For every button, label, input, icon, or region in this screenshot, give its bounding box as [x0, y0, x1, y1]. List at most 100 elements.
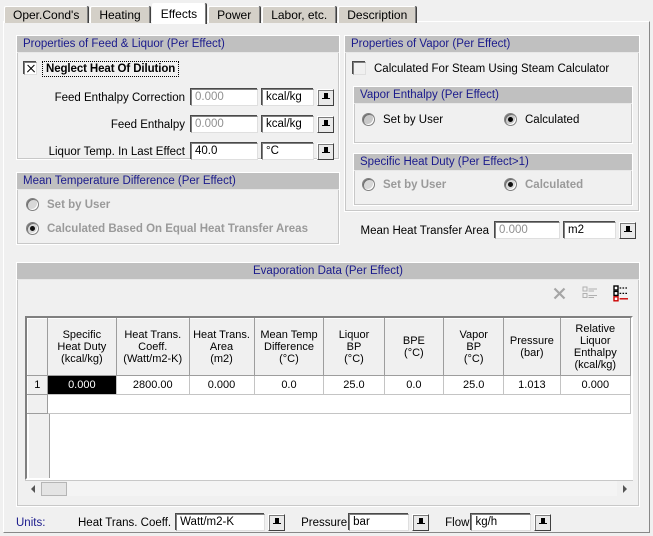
feed-enthalpy-correction-unit-combo[interactable]: kcal/kg [262, 89, 334, 106]
mtd-set-by-user-radio[interactable] [26, 198, 39, 211]
chevron-down-icon[interactable] [268, 514, 286, 531]
header-line: Coeff. [138, 341, 168, 353]
liquor-temp-last-effect-input[interactable]: 40.0 [191, 143, 258, 160]
cell-bpe[interactable]: 0.0 [384, 375, 445, 395]
mean-heat-transfer-area-unit-combo[interactable]: m2 [564, 222, 636, 239]
calculated-for-steam-checkbox[interactable] [353, 62, 366, 75]
header-line: Pressure [509, 335, 554, 347]
header-line: BP [466, 341, 482, 353]
group-vapor-enthalpy: Vapor Enthalpy (Per Effect) Set by User … [353, 86, 633, 144]
vapor-enthalpy-set-by-user-row[interactable]: Set by User [362, 113, 443, 126]
delete-row-icon[interactable] [551, 285, 568, 302]
shd-set-by-user-row[interactable]: Set by User [362, 178, 446, 191]
group-title: Properties of Feed & Liquor (Per Effect) [17, 36, 339, 53]
scroll-left-arrow-icon[interactable] [25, 481, 41, 496]
chevron-down-icon[interactable] [534, 514, 552, 531]
neglect-heat-of-dilution-row[interactable]: Neglect Heat Of Dilution [24, 60, 180, 77]
list-view-icon[interactable] [582, 285, 599, 302]
vapor-enthalpy-calculated-row[interactable]: Calculated [504, 113, 579, 126]
mean-heat-transfer-area-input[interactable]: 0.000 [495, 222, 560, 239]
mtd-option-calculated-row[interactable]: Calculated Based On Equal Heat Transfer … [26, 222, 308, 235]
mtd-option-set-by-user-row[interactable]: Set by User [26, 198, 110, 211]
liquor-temp-last-effect-unit-combo[interactable]: °C [262, 143, 334, 160]
header-row-number[interactable] [27, 318, 48, 376]
header-mean-temp-difference[interactable]: Mean Temp Difference (°C) [253, 318, 325, 376]
group-title: Evaporation Data (Per Effect) [17, 263, 639, 280]
cell-vapor-bp[interactable]: 25.0 [443, 375, 505, 395]
grid-horizontal-scrollbar[interactable] [25, 480, 633, 496]
header-line: Vapor [459, 329, 488, 341]
grid-empty-area[interactable] [49, 414, 631, 478]
units-flow-label: Flow [445, 516, 470, 529]
header-bpe[interactable]: BPE (°C) [383, 318, 445, 376]
units-flow-value: kg/h [471, 514, 532, 531]
neglect-heat-of-dilution-checkbox[interactable] [24, 62, 37, 75]
feed-enthalpy-unit-combo[interactable]: kcal/kg [262, 116, 334, 133]
grid-row-header-filler [29, 414, 50, 478]
chevron-down-icon[interactable] [412, 514, 430, 531]
shd-calculated-row[interactable]: Calculated [504, 178, 583, 191]
cell-heat-trans-area[interactable]: 0.000 [189, 375, 255, 395]
header-line: Mean Temp [260, 329, 318, 341]
header-line: (kcal/kg) [61, 353, 103, 365]
calculated-for-steam-label: Calculated For Steam Using Steam Calcula… [374, 62, 610, 75]
scrollbar-trough[interactable] [67, 481, 617, 496]
header-line: Heat Trans. [193, 329, 250, 341]
calculated-for-steam-row[interactable]: Calculated For Steam Using Steam Calcula… [353, 62, 609, 75]
feed-enthalpy-unit-value: kcal/kg [262, 116, 314, 133]
scroll-right-arrow-icon[interactable] [617, 481, 633, 496]
cell-liquor-bp[interactable]: 25.0 [323, 375, 385, 395]
header-specific-heat-duty[interactable]: Specific Heat Duty (kcal/kg) [46, 318, 117, 376]
header-heat-trans-area[interactable]: Heat Trans. Area (m2) [188, 318, 255, 376]
chevron-down-icon[interactable] [317, 116, 334, 133]
header-pressure[interactable]: Pressure (bar) [503, 318, 561, 376]
shd-calculated-radio[interactable] [504, 178, 517, 191]
cell-specific-heat-duty[interactable]: 0.000 [47, 375, 117, 395]
tab-oper-conds[interactable]: Oper.Cond's [4, 6, 89, 23]
mtd-calculated-radio[interactable] [26, 222, 39, 235]
mtd-calculated-label: Calculated Based On Equal Heat Transfer … [47, 222, 308, 235]
scrollbar-thumb[interactable] [41, 481, 67, 496]
table-row-empty[interactable] [27, 394, 631, 414]
row-number-cell[interactable]: 1 [27, 375, 48, 395]
tab-heating[interactable]: Heating [90, 6, 150, 23]
tab-effects[interactable]: Effects [151, 3, 207, 24]
chevron-down-icon[interactable] [619, 222, 636, 239]
header-liquor-bp[interactable]: Liquor BP (°C) [323, 318, 385, 376]
cell-pressure[interactable]: 1.013 [503, 375, 561, 395]
vapor-enthalpy-set-by-user-radio[interactable] [362, 113, 375, 126]
evaporation-data-grid[interactable]: Specific Heat Duty (kcal/kg) Heat Trans.… [25, 316, 633, 480]
cell-relative-liquor-enthalpy[interactable]: 0.000 [560, 375, 631, 395]
header-line: BPE [402, 335, 425, 347]
units-flow-combo[interactable]: kg/h [471, 514, 552, 531]
tab-description[interactable]: Description [338, 6, 417, 23]
feed-enthalpy-correction-input[interactable]: 0.000 [191, 89, 258, 106]
header-relative-liquor-enthalpy[interactable]: Relative Liquor Enthalpy (kcal/kg) [559, 318, 631, 376]
vapor-enthalpy-calculated-radio[interactable] [504, 113, 517, 126]
header-heat-trans-coeff[interactable]: Heat Trans. Coeff. (Watt/m2-K) [115, 318, 190, 376]
group-title: Mean Temperature Difference (Per Effect) [17, 173, 339, 190]
header-line: (Watt/m2-K) [123, 353, 183, 365]
cell-heat-trans-coeff[interactable]: 2800.00 [116, 375, 190, 395]
cell-mean-temp-difference[interactable]: 0.0 [254, 375, 325, 395]
units-label: Units: [16, 516, 46, 529]
units-heat-trans-coeff-combo[interactable]: Watt/m2-K [176, 514, 286, 531]
group-mean-temperature-difference: Mean Temperature Difference (Per Effect)… [16, 172, 340, 245]
shd-set-by-user-radio[interactable] [362, 178, 375, 191]
chevron-down-icon[interactable] [317, 143, 334, 160]
chevron-down-icon[interactable] [317, 89, 334, 106]
empty-cells[interactable] [47, 394, 631, 414]
effects-window: Oper.Cond's Heating Effects Power Labor,… [0, 0, 653, 536]
tab-power[interactable]: Power [208, 6, 261, 23]
header-vapor-bp[interactable]: Vapor BP (°C) [443, 318, 505, 376]
header-line: BP [346, 341, 362, 353]
group-properties-of-vapor: Properties of Vapor (Per Effect) Calcula… [344, 35, 640, 212]
header-line: Heat Trans. [124, 329, 182, 341]
header-line: (m2) [210, 353, 233, 365]
units-pressure-combo[interactable]: bar [349, 514, 430, 531]
tab-labor-etc[interactable]: Labor, etc. [262, 6, 337, 23]
table-row[interactable]: 1 0.000 2800.00 0.000 0.0 25.0 0.0 25.0 … [27, 375, 631, 395]
row-number-cell[interactable] [27, 394, 48, 414]
feed-enthalpy-input[interactable]: 0.000 [191, 116, 258, 133]
detail-view-icon[interactable] [613, 285, 630, 302]
